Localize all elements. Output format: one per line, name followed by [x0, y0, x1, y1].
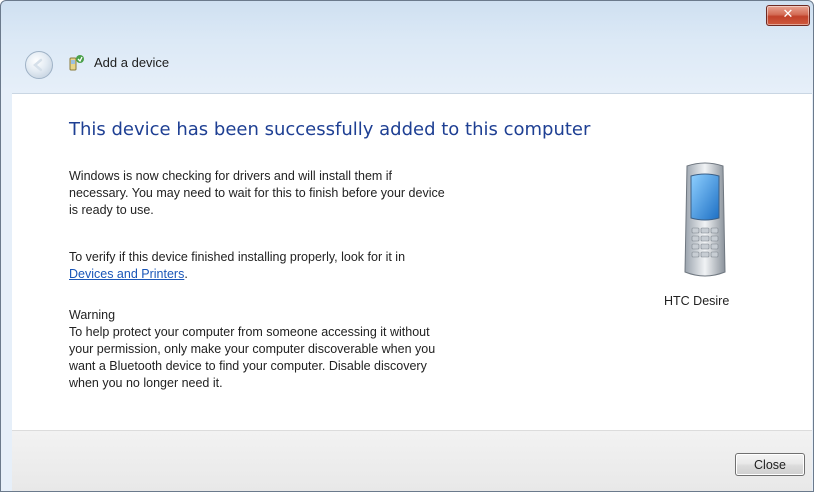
driver-info-line: necessary. You may need to wait for this…	[69, 186, 445, 200]
warning-line: your permission, only make your computer…	[69, 342, 436, 356]
window-close-button[interactable]: ✕	[766, 5, 810, 26]
bluetooth-device-icon	[67, 53, 87, 73]
verify-line: To verify if this device finished instal…	[69, 250, 406, 264]
page-title: This device has been successfully added …	[69, 119, 591, 140]
driver-info-line: Windows is now checking for drivers and …	[69, 169, 393, 183]
warning-text: Warning To help protect your computer fr…	[69, 307, 435, 392]
warning-line: want a Bluetooth device to find your com…	[69, 359, 427, 373]
driver-info-text: Windows is now checking for drivers and …	[69, 168, 445, 219]
verify-text: To verify if this device finished instal…	[69, 249, 405, 283]
warning-line: when you no longer need it.	[69, 376, 223, 390]
verify-suffix: .	[184, 267, 188, 281]
device-name-label: HTC Desire	[664, 294, 730, 308]
dialog-window: ✕ Add a device This device has been succ…	[0, 0, 814, 492]
mobile-phone-icon	[675, 160, 735, 286]
driver-info-line: is ready to use.	[69, 203, 154, 217]
close-icon: ✕	[782, 7, 794, 22]
window-title: Add a device	[94, 55, 170, 70]
warning-line: To help protect your computer from someo…	[69, 325, 430, 339]
button-bar: Close	[12, 430, 812, 491]
devices-and-printers-link[interactable]: Devices and Printers	[69, 267, 184, 281]
back-arrow-icon[interactable]	[25, 51, 53, 79]
content-panel: This device has been successfully added …	[12, 93, 812, 430]
warning-title: Warning	[69, 308, 116, 322]
close-button[interactable]: Close	[735, 453, 805, 476]
